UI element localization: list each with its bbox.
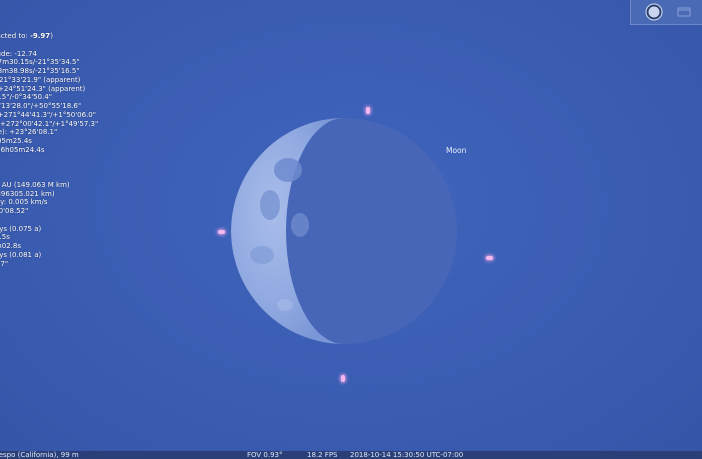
info-line: al Time: 16h05m24.4s — [0, 145, 45, 154]
info-line: 29.53 days (0.081 a) — [0, 250, 42, 259]
info-line: ter: +0°30'08.52" — [0, 207, 29, 215]
moon-disk[interactable] — [0, 0, 702, 459]
selection-marker-right — [486, 256, 493, 260]
moon-mare — [291, 213, 309, 237]
status-bar: respo (California), 99 m FOV 0.93° 18.2 … — [0, 451, 702, 459]
info-line: 2000.0): +271°44'41.3"/+1°50'06.0" — [0, 110, 96, 119]
info-line: 5h43m11.5s — [0, 233, 10, 242]
datetime-label[interactable]: 2018-10-14 15:30:50 UTC-07:00 — [350, 451, 463, 459]
info-line: e): 18h08m38.98s/-21°35'16.5" — [0, 67, 80, 75]
fov-label: FOV 0.93° — [247, 451, 283, 459]
info-line: on velocity: 0.005 km/s — [0, 198, 48, 207]
info-line: lat.: -171°13'28.0"/+50°55'18.6" — [0, 102, 82, 110]
info-line: 8 km — [0, 216, 98, 225]
moon-label[interactable]: Moon — [446, 146, 466, 155]
info-line: 708h44m02.8s — [0, 242, 21, 250]
info-line — [0, 155, 98, 164]
info-line: on date): +272°00'42.1"/+1°49'57.3" — [0, 119, 99, 128]
info-line: ime: 16h05m25.4s — [0, 137, 32, 145]
moon-mare — [250, 246, 274, 264]
location-label[interactable]: respo (California), 99 m — [0, 451, 79, 459]
info-line: un: 0.996 AU (149.063 M km) — [1, 180, 70, 189]
info-line: .28 (extincted to: -9.97) — [0, 32, 98, 41]
window-icon[interactable] — [675, 3, 693, 21]
info-line: 4% — [0, 277, 98, 286]
moon-mare — [274, 158, 302, 182]
info-line — [0, 163, 98, 172]
info-line: days old — [0, 295, 98, 304]
object-info-panel: .28 (extincted to: -9.97)ude: 0.21n Magn… — [0, 32, 98, 303]
info-line — [0, 286, 98, 295]
selection-marker-left — [218, 230, 225, 234]
info-line: 0): 18h07m30.15s/-21°35'34.5" — [0, 58, 80, 67]
selection-marker-top — [366, 107, 370, 114]
info-line: 09°22'18.7" — [0, 259, 9, 268]
info-line: 29°04.5" — [0, 268, 98, 277]
info-line-part: ) — [50, 32, 53, 40]
info-line-part: (extincted to: — [0, 32, 28, 40]
info-line: 20'55.0"/+24°51'24.3" (apparent) — [0, 84, 86, 93]
info-line: +8°49'55.5"/-0°34'50.4" — [0, 93, 52, 102]
top-right-toolbar — [630, 0, 702, 25]
info-line: 27.32 days (0.075 a) — [0, 224, 42, 233]
info-line: 649 AU (396305.021 km) — [0, 189, 55, 198]
info-line: n49.59s/-21°33'21.9" (apparent) — [0, 75, 81, 84]
night-mode-icon[interactable] — [645, 3, 663, 21]
moon-mare — [260, 190, 280, 220]
info-line: n: Sgr — [0, 172, 98, 181]
info-line-part: -9.97 — [30, 32, 51, 40]
info-line: n Magnitude: -12.74 — [0, 49, 37, 58]
moon-crater — [277, 299, 293, 311]
fps-label: 18.2 FPS — [307, 451, 338, 459]
selection-marker-bottom — [341, 375, 345, 382]
info-line: ude: 0.21 — [0, 41, 98, 50]
info-line: e (on date): +23°26'08.1" — [0, 128, 58, 137]
